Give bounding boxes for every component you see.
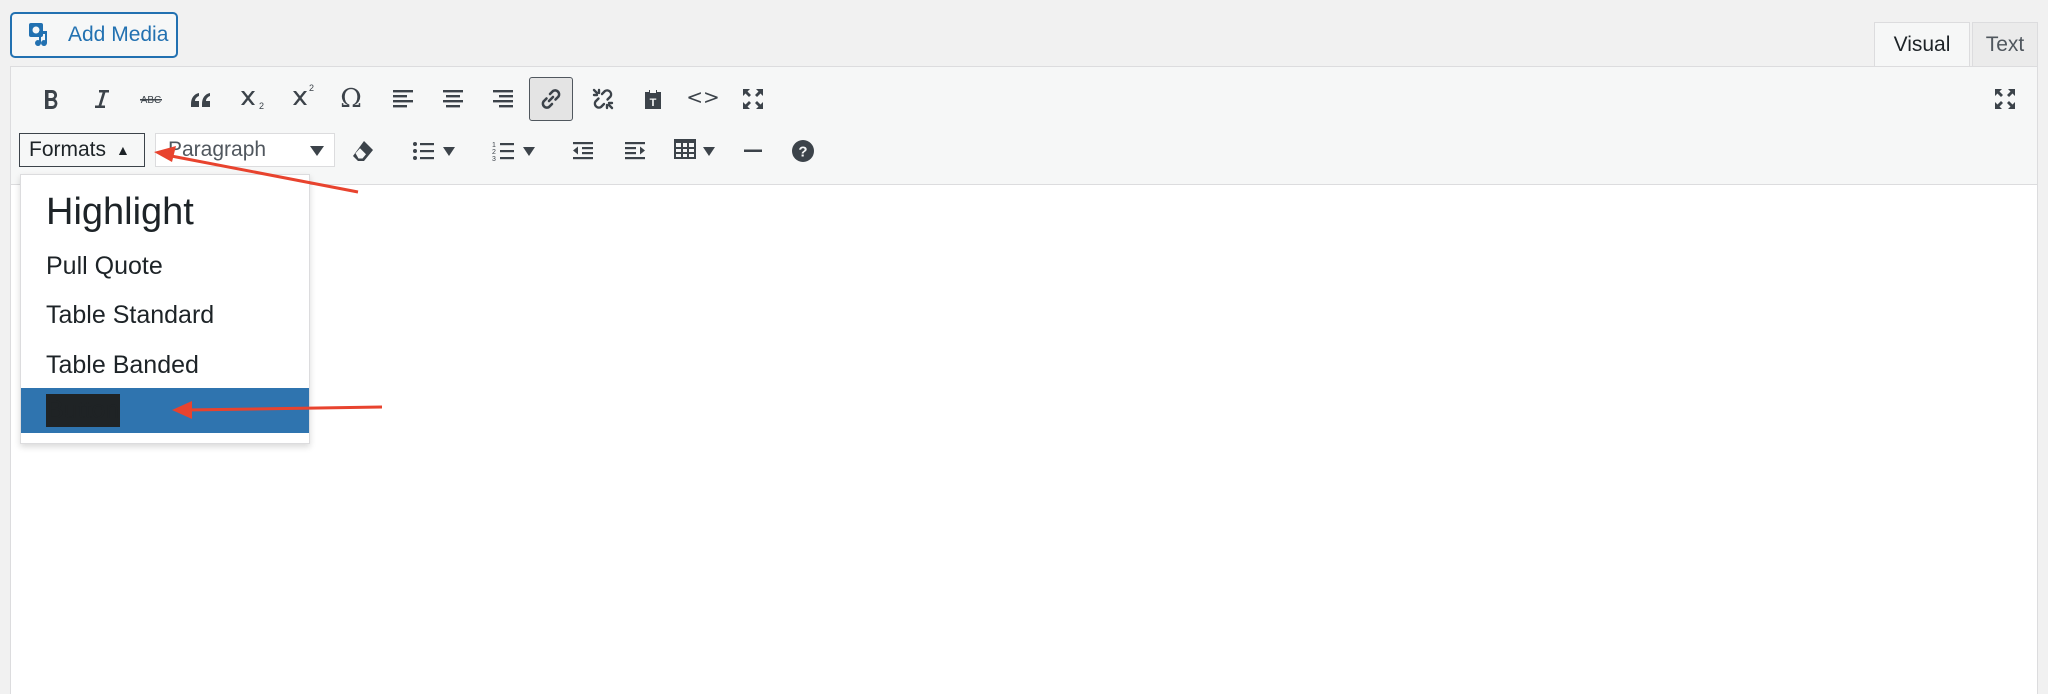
- formats-button[interactable]: Formats ▲: [19, 133, 145, 167]
- align-left-icon[interactable]: [383, 79, 423, 119]
- paragraph-select-value: Paragraph: [168, 138, 267, 161]
- svg-text:3: 3: [492, 156, 496, 163]
- media-icon: [29, 23, 48, 47]
- svg-text:?: ?: [798, 144, 807, 161]
- add-media-label: Add Media: [68, 23, 169, 46]
- superscript-icon[interactable]: 2: [283, 75, 323, 115]
- link-icon[interactable]: [529, 77, 573, 121]
- italic-icon[interactable]: [81, 79, 121, 119]
- paste-text-icon[interactable]: T: [633, 79, 673, 119]
- code-icon[interactable]: <>: [683, 77, 723, 117]
- format-table-banded[interactable]: Table Banded: [21, 343, 309, 387]
- chevron-down-icon: [310, 146, 324, 156]
- numbered-list-icon[interactable]: 123: [483, 131, 523, 171]
- svg-text:2: 2: [259, 101, 264, 111]
- wordpress-classic-editor: Add Media Visual Text ABC 2 2: [0, 0, 2048, 694]
- format-button-label: Button: [46, 394, 121, 427]
- bold-icon[interactable]: [31, 79, 71, 119]
- svg-text:2: 2: [492, 149, 496, 156]
- strikethrough-icon[interactable]: ABC: [131, 79, 171, 119]
- unlink-icon[interactable]: [583, 79, 623, 119]
- formats-label: Formats: [29, 138, 107, 161]
- eraser-icon[interactable]: [343, 131, 383, 171]
- table-dropdown-icon[interactable]: [703, 147, 715, 156]
- table-icon[interactable]: [665, 129, 705, 169]
- numbered-list-dropdown-icon[interactable]: [523, 147, 535, 156]
- outdent-icon[interactable]: [563, 131, 603, 171]
- editor-toolbar: ABC 2 2 Ω: [11, 67, 2037, 185]
- add-media-button[interactable]: Add Media: [10, 12, 178, 58]
- paragraph-select[interactable]: Paragraph: [155, 133, 335, 167]
- help-icon[interactable]: ?: [783, 131, 823, 171]
- editor-frame: ABC 2 2 Ω: [10, 66, 2038, 694]
- svg-text:T: T: [650, 97, 657, 109]
- formats-dropdown-menu: Highlight Pull Quote Table Standard Tabl…: [20, 174, 310, 444]
- format-pull-quote[interactable]: Pull Quote: [21, 245, 309, 287]
- indent-icon[interactable]: [615, 131, 655, 171]
- format-table-standard[interactable]: Table Standard: [21, 293, 309, 337]
- editor-content-area[interactable]: [11, 185, 2037, 694]
- svg-text:1: 1: [492, 142, 496, 149]
- fullscreen-icon[interactable]: [733, 79, 773, 119]
- bullet-list-dropdown-icon[interactable]: [443, 147, 455, 156]
- bullet-list-icon[interactable]: [403, 131, 443, 171]
- format-highlight[interactable]: Highlight: [21, 183, 309, 241]
- tab-visual[interactable]: Visual: [1874, 22, 1970, 67]
- horizontal-rule-icon[interactable]: [733, 131, 773, 171]
- blockquote-icon[interactable]: [181, 79, 221, 119]
- align-center-icon[interactable]: [433, 79, 473, 119]
- svg-text:2: 2: [309, 83, 314, 93]
- align-right-icon[interactable]: [483, 79, 523, 119]
- subscript-icon[interactable]: 2: [231, 79, 271, 119]
- tab-text[interactable]: Text: [1972, 22, 2038, 67]
- omega-icon[interactable]: Ω: [331, 79, 371, 119]
- format-button[interactable]: Button: [21, 388, 309, 433]
- distraction-free-icon[interactable]: [1985, 79, 2025, 119]
- triangle-up-icon: ▲: [116, 142, 130, 158]
